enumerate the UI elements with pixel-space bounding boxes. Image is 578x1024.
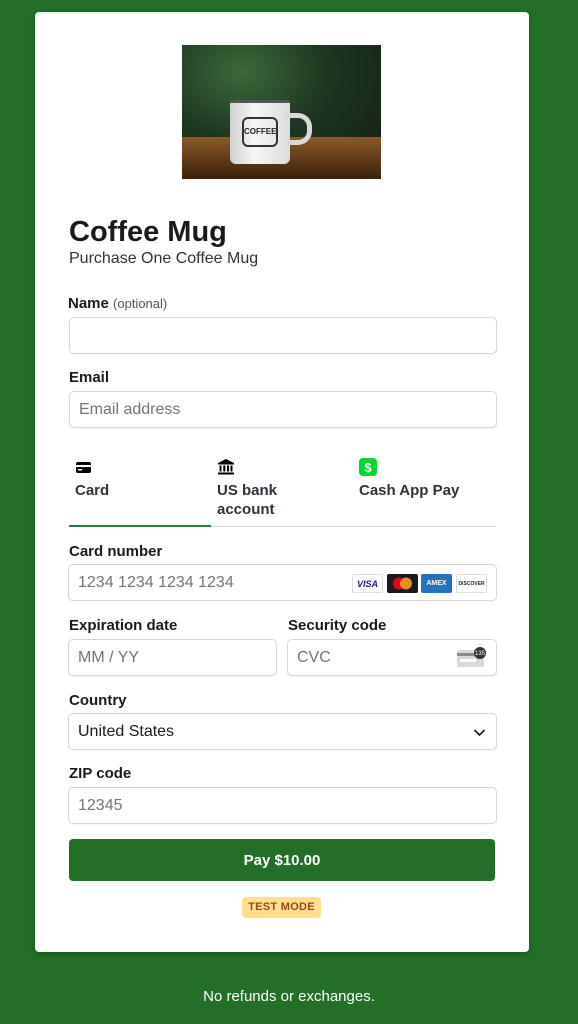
visa-icon: VISA bbox=[352, 574, 383, 593]
cash-app-icon: $ bbox=[359, 458, 377, 476]
security-code-field-wrapper: 135 bbox=[287, 639, 497, 676]
name-optional-text: (optional) bbox=[113, 296, 168, 311]
expiration-input[interactable] bbox=[69, 640, 276, 675]
tab-card[interactable]: Card bbox=[69, 456, 211, 528]
tab-cash-app-label: Cash App Pay bbox=[359, 482, 460, 499]
product-subtitle: Purchase One Coffee Mug bbox=[69, 250, 259, 267]
svg-text:$: $ bbox=[364, 460, 372, 475]
expiration-field-wrapper bbox=[68, 639, 277, 676]
credit-card-icon bbox=[76, 462, 91, 473]
product-title: Coffee Mug bbox=[69, 216, 227, 248]
security-code-input[interactable] bbox=[288, 640, 448, 675]
tab-us-bank-account[interactable]: US bank account bbox=[211, 456, 353, 528]
name-label: Name (optional) bbox=[68, 295, 167, 312]
pay-button[interactable]: Pay $10.00 bbox=[69, 839, 495, 881]
card-number-input[interactable] bbox=[69, 565, 349, 600]
cvc-icon-text: 135 bbox=[475, 651, 486, 657]
discover-icon: DISCOVER bbox=[456, 574, 487, 593]
zip-field-wrapper bbox=[68, 787, 497, 824]
tab-card-label: Card bbox=[75, 482, 110, 499]
mastercard-icon bbox=[387, 574, 418, 593]
name-label-text: Name bbox=[68, 295, 109, 312]
zip-input[interactable] bbox=[69, 788, 496, 823]
tab-cash-app-pay[interactable]: $ Cash App Pay bbox=[353, 456, 495, 528]
footer-text: No refunds or exchanges. bbox=[203, 988, 375, 1005]
security-code-label: Security code bbox=[288, 617, 387, 634]
checkout-card: COFFEE Coffee Mug Purchase One Coffee Mu… bbox=[35, 12, 529, 952]
bank-icon bbox=[218, 459, 234, 475]
card-number-label: Card number bbox=[69, 543, 163, 560]
name-input[interactable] bbox=[70, 318, 496, 353]
mug-logo: COFFEE bbox=[242, 117, 278, 147]
name-field-wrapper bbox=[69, 317, 497, 354]
country-select-value: United States bbox=[78, 723, 175, 740]
expiration-label: Expiration date bbox=[69, 617, 178, 634]
country-select[interactable]: United States bbox=[68, 713, 497, 750]
chevron-down-icon bbox=[473, 729, 486, 737]
product-image: COFFEE bbox=[182, 45, 381, 179]
tab-us-bank-label: US bank account bbox=[217, 482, 278, 518]
amex-icon: AMEX bbox=[421, 574, 452, 593]
email-field-wrapper bbox=[69, 391, 497, 428]
test-mode-badge: TEST MODE bbox=[242, 897, 321, 918]
zip-label: ZIP code bbox=[69, 765, 132, 782]
active-tab-indicator bbox=[69, 525, 211, 527]
card-number-field-wrapper: VISA AMEX DISCOVER bbox=[68, 564, 497, 601]
country-label: Country bbox=[69, 692, 127, 709]
cvc-card-icon: 135 bbox=[457, 647, 486, 667]
email-label: Email bbox=[69, 369, 110, 386]
email-input[interactable] bbox=[70, 392, 496, 427]
